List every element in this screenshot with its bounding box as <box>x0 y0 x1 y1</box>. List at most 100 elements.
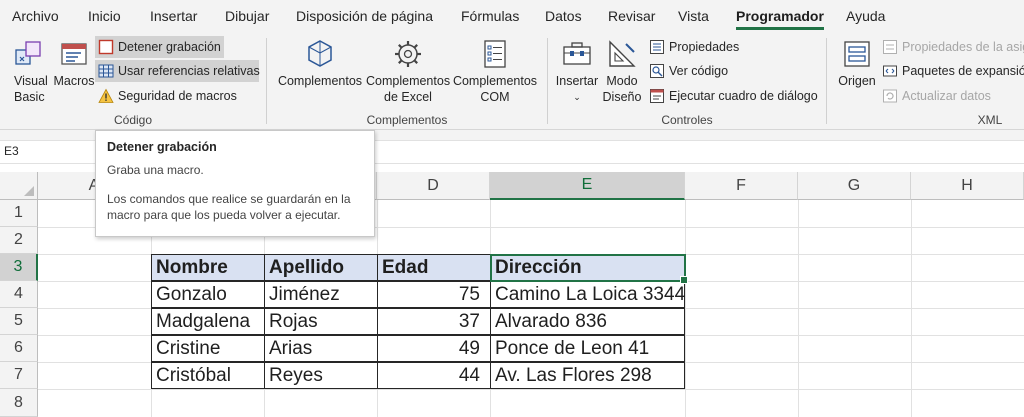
visual-basic-icon <box>15 41 41 65</box>
row-header-3[interactable]: 3 <box>0 254 38 281</box>
cell-header-edad[interactable]: Edad <box>377 254 491 281</box>
row-header-4[interactable]: 4 <box>0 281 38 308</box>
menu-bar: Archivo Inicio Insertar Dibujar Disposic… <box>0 0 1024 32</box>
column-header-g[interactable]: G <box>798 172 911 200</box>
row-header-8[interactable]: 8 <box>0 389 38 417</box>
view-code-button[interactable]: Ver código <box>646 60 736 82</box>
group-label-controles: Controles <box>661 113 713 127</box>
table-cell[interactable]: Arias <box>264 335 378 362</box>
table-cell[interactable]: Madgalena <box>151 308 265 335</box>
tab-disposicion[interactable]: Disposición de página <box>296 8 433 24</box>
group-separator <box>826 38 827 124</box>
refresh-data-button[interactable]: Actualizar datos <box>879 85 999 107</box>
row-header-7[interactable]: 7 <box>0 362 38 389</box>
source-label: Origen <box>838 74 876 88</box>
cell-header-nombre[interactable]: Nombre <box>151 254 265 281</box>
stop-recording-label: Detener grabación <box>118 40 221 54</box>
table-cell[interactable]: Reyes <box>264 362 378 389</box>
table-cell[interactable]: Gonzalo <box>151 281 265 308</box>
tab-datos[interactable]: Datos <box>545 8 582 24</box>
refresh-icon <box>883 89 897 103</box>
macros-button[interactable]: Macros <box>53 38 95 89</box>
gear-icon <box>395 41 421 67</box>
ribbon: Visual Basic Macros Detener grabación Us… <box>0 32 1024 130</box>
properties-label: Propiedades <box>669 40 740 54</box>
table-cell[interactable]: Av. Las Flores 298 <box>490 362 685 389</box>
insertar-control-label: Insertar <box>555 74 599 88</box>
tab-programador[interactable]: Programador <box>736 8 824 30</box>
complementos-label: Complementos <box>277 74 363 88</box>
group-label-codigo: Código <box>113 113 153 127</box>
column-header-f[interactable]: F <box>685 172 798 200</box>
relative-references-button[interactable]: Usar referencias relativas <box>95 60 260 82</box>
tooltip-line: Graba una macro. <box>107 163 204 177</box>
tooltip-description: Los comandos que realice se guardarán en… <box>107 192 351 222</box>
stop-recording-button[interactable]: Detener grabación <box>95 36 224 58</box>
tooltip: Detener grabación Graba una macro. Los c… <box>95 130 375 237</box>
expansion-packs-label: Paquetes de expansión <box>902 64 1024 78</box>
toolbox-icon <box>563 42 591 65</box>
warning-icon <box>98 88 114 103</box>
table-cell[interactable]: Cristine <box>151 335 265 362</box>
column-header-e[interactable]: E <box>490 172 685 200</box>
group-separator <box>547 38 548 124</box>
com-addins-button[interactable]: Complementos COM <box>452 38 538 105</box>
row-header-2[interactable]: 2 <box>0 227 38 254</box>
macro-security-label: Seguridad de macros <box>118 89 237 103</box>
tab-revisar[interactable]: Revisar <box>608 8 655 24</box>
tab-insertar[interactable]: Insertar <box>150 8 197 24</box>
macros-label: Macros <box>53 74 95 88</box>
dialog-icon <box>650 89 664 103</box>
table-cell[interactable]: Rojas <box>264 308 378 335</box>
design-mode-button[interactable]: Modo Diseño <box>600 38 644 105</box>
tab-inicio[interactable]: Inicio <box>88 8 121 24</box>
group-label-complementos: Complementos <box>366 113 448 127</box>
excel-addins-label: Complementos de Excel <box>366 74 451 104</box>
triangle-ruler-icon <box>609 40 636 67</box>
select-all-corner[interactable] <box>0 172 38 200</box>
insertar-control-button[interactable]: Insertar ⌄ <box>555 38 599 105</box>
table-cell[interactable]: Alvarado 836 <box>490 308 685 335</box>
name-box[interactable]: E3 <box>4 144 19 158</box>
table-cell[interactable]: 49 <box>377 335 491 362</box>
tooltip-title: Detener grabación <box>107 140 217 154</box>
map-properties-label: Propiedades de la asig <box>902 40 1024 54</box>
group-separator <box>266 38 267 124</box>
table-cell[interactable]: Cristóbal <box>151 362 265 389</box>
table-cell[interactable]: Camino La Loica 3344 <box>490 281 685 308</box>
run-dialog-button[interactable]: Ejecutar cuadro de diálogo <box>646 85 818 107</box>
refresh-data-label: Actualizar datos <box>902 89 991 103</box>
excel-addins-button[interactable]: Complementos de Excel <box>366 38 450 105</box>
table-cell[interactable]: 37 <box>377 308 491 335</box>
visual-basic-label: Visual Basic <box>14 74 48 104</box>
tab-dibujar[interactable]: Dibujar <box>225 8 269 24</box>
expansion-packs-icon <box>883 65 897 77</box>
tab-formulas[interactable]: Fórmulas <box>461 8 519 24</box>
complementos-button[interactable]: Complementos <box>275 38 365 89</box>
row-header-5[interactable]: 5 <box>0 308 38 335</box>
tab-ayuda[interactable]: Ayuda <box>846 8 885 24</box>
macro-security-button[interactable]: Seguridad de macros <box>95 85 255 107</box>
stop-square-icon <box>98 39 114 55</box>
source-button[interactable]: Origen <box>834 38 880 89</box>
macros-icon <box>61 43 87 65</box>
table-cell[interactable]: 44 <box>377 362 491 389</box>
visual-basic-button[interactable]: Visual Basic <box>6 38 52 105</box>
row-header-1[interactable]: 1 <box>0 200 38 227</box>
table-cell[interactable]: Jiménez <box>264 281 378 308</box>
relative-references-label: Usar referencias relativas <box>118 64 260 78</box>
cell-header-apellido[interactable]: Apellido <box>264 254 378 281</box>
expansion-packs-button[interactable]: Paquetes de expansión <box>879 60 1024 82</box>
properties-button[interactable]: Propiedades <box>646 36 746 58</box>
tab-vista[interactable]: Vista <box>678 8 709 24</box>
table-cell[interactable]: Ponce de Leon 41 <box>490 335 685 362</box>
table-cell[interactable]: 75 <box>377 281 491 308</box>
column-header-d[interactable]: D <box>377 172 490 200</box>
document-list-icon <box>484 40 506 68</box>
row-header-6[interactable]: 6 <box>0 335 38 362</box>
map-properties-icon <box>883 40 897 54</box>
tab-archivo[interactable]: Archivo <box>12 8 59 24</box>
cell-header-direccion[interactable]: Dirección <box>490 254 685 281</box>
column-header-h[interactable]: H <box>911 172 1024 200</box>
map-properties-button[interactable]: Propiedades de la asig <box>879 36 1024 58</box>
